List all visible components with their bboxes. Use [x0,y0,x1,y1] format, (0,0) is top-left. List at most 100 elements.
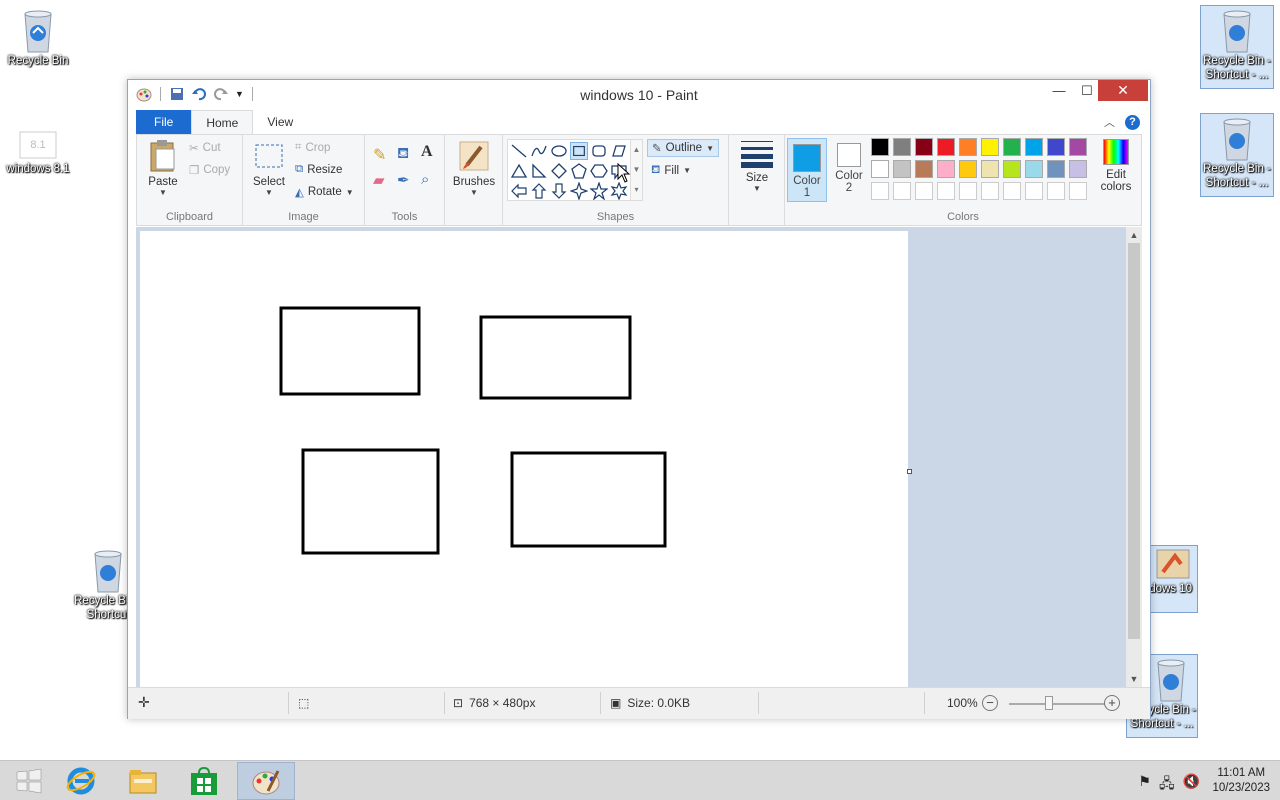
title-bar[interactable]: ▼ windows 10 - Paint — ☐ ✕ [128,80,1150,109]
internet-explorer-button[interactable] [52,762,110,800]
palette-color-swatch[interactable] [915,138,933,156]
zoom-in-button[interactable]: + [1104,695,1120,711]
palette-custom-slot[interactable] [1003,182,1021,200]
line-shape-icon[interactable] [510,142,528,160]
size-button[interactable]: Size ▼ [733,139,781,193]
fill-button[interactable]: ⛾ Fill ▼ [651,163,691,178]
six-point-star-shape-icon[interactable] [610,182,628,200]
hexagon-shape-icon[interactable] [590,162,608,180]
magnifier-icon[interactable]: ⌕ [421,171,429,188]
palette-color-swatch[interactable] [937,160,955,178]
resize-button[interactable]: ⧉ Resize [295,163,342,176]
left-arrow-shape-icon[interactable] [510,182,528,200]
palette-custom-slot[interactable] [915,182,933,200]
taskbar-clock[interactable]: 11:01 AM 10/23/2023 [1212,766,1270,796]
tab-view[interactable]: View [253,110,307,134]
up-arrow-shape-icon[interactable] [530,182,548,200]
palette-color-swatch[interactable] [1025,160,1043,178]
curve-shape-icon[interactable] [530,142,548,160]
rounded-rectangle-shape-icon[interactable] [590,142,608,160]
desktop-icon-windows81[interactable]: 8.1 windows 8.1 [0,128,76,176]
palette-custom-slot[interactable] [1025,182,1043,200]
palette-color-swatch[interactable] [981,160,999,178]
palette-color-swatch[interactable] [937,138,955,156]
right-triangle-shape-icon[interactable] [530,162,548,180]
desktop-icon-recycle-bin[interactable]: Recycle Bin [0,6,76,68]
tab-file[interactable]: File [136,110,192,134]
close-button[interactable]: ✕ [1098,80,1148,101]
zoom-slider-thumb[interactable] [1045,696,1053,710]
diamond-shape-icon[interactable] [550,162,568,180]
palette-color-swatch[interactable] [893,138,911,156]
rotate-button[interactable]: ◭ Rotate ▼ [295,185,354,199]
color1-button[interactable]: Color 1 [787,138,827,202]
palette-custom-slot[interactable] [1069,182,1087,200]
text-icon[interactable]: A [421,143,433,161]
palette-color-swatch[interactable] [959,160,977,178]
network-icon[interactable]: 🖧 [1159,773,1175,797]
color-picker-icon[interactable]: ✒ [397,171,410,189]
five-point-star-shape-icon[interactable] [590,182,608,200]
shapes-scroll[interactable]: ▲ ▼ ▾ [630,140,642,200]
drawing-canvas[interactable] [140,231,908,687]
brushes-button[interactable]: Brushes ▼ [449,139,499,197]
triangle-shape-icon[interactable] [510,162,528,180]
outline-button[interactable]: ✎ Outline ▼ [647,139,719,157]
desktop-icon-recycle-bin-shortcut-1[interactable]: Recycle Bin - Shortcut - ... [1200,5,1274,89]
pencil-icon[interactable]: ✎ [373,145,386,165]
oval-shape-icon[interactable] [550,142,568,160]
palette-color-swatch[interactable] [1069,160,1087,178]
tab-home[interactable]: Home [191,110,254,134]
palette-color-swatch[interactable] [1003,160,1021,178]
volume-muted-icon[interactable]: 🔇 [1183,773,1200,797]
palette-color-swatch[interactable] [981,138,999,156]
copy-button[interactable]: ❐ Copy [189,163,230,177]
select-button[interactable]: Select ▼ [249,139,289,197]
palette-color-swatch[interactable] [1025,138,1043,156]
zoom-out-button[interactable]: − [982,695,998,711]
scroll-down-icon[interactable]: ▼ [1126,671,1142,687]
help-icon[interactable]: ? [1125,114,1140,130]
fill-bucket-icon[interactable]: ⛾ [397,145,409,164]
polygon-shape-icon[interactable] [610,142,628,160]
palette-color-swatch[interactable] [1047,138,1065,156]
palette-custom-slot[interactable] [959,182,977,200]
paint-taskbar-button[interactable] [237,762,295,800]
palette-custom-slot[interactable] [871,182,889,200]
palette-color-swatch[interactable] [871,138,889,156]
palette-color-swatch[interactable] [1003,138,1021,156]
scroll-down-icon[interactable]: ▼ [631,160,642,180]
file-explorer-button[interactable] [114,762,172,800]
cut-button[interactable]: ✂ Cut [189,141,221,155]
palette-color-swatch[interactable] [871,160,889,178]
rectangle-shape-icon[interactable] [570,142,588,160]
four-point-star-shape-icon[interactable] [570,182,588,200]
color2-button[interactable]: Color 2 [829,138,869,202]
desktop-icon-recycle-bin-shortcut-2[interactable]: Recycle Bin - Shortcut - ... [1200,113,1274,197]
pentagon-shape-icon[interactable] [570,162,588,180]
scroll-thumb[interactable] [1128,243,1140,639]
paste-button[interactable]: Paste ▼ [143,139,183,197]
palette-color-swatch[interactable] [915,160,933,178]
palette-custom-slot[interactable] [893,182,911,200]
action-center-flag-icon[interactable]: ⚑ [1138,773,1151,797]
canvas-resize-handle[interactable] [907,469,912,474]
palette-color-swatch[interactable] [1069,138,1087,156]
store-button[interactable] [175,762,233,800]
scroll-up-icon[interactable]: ▲ [1126,227,1142,243]
start-button[interactable] [0,762,58,800]
palette-color-swatch[interactable] [959,138,977,156]
palette-color-swatch[interactable] [893,160,911,178]
palette-custom-slot[interactable] [1047,182,1065,200]
expand-gallery-icon[interactable]: ▾ [631,180,642,200]
collapse-ribbon-icon[interactable]: ︿ [1104,114,1115,130]
down-arrow-shape-icon[interactable] [550,182,568,200]
palette-color-swatch[interactable] [1047,160,1065,178]
scroll-up-icon[interactable]: ▲ [631,140,642,160]
edit-colors-button[interactable]: Edit colors [1095,139,1137,193]
vertical-scrollbar[interactable]: ▲ ▼ [1126,227,1142,687]
palette-custom-slot[interactable] [981,182,999,200]
eraser-icon[interactable]: ▰ [373,171,385,189]
palette-custom-slot[interactable] [937,182,955,200]
zoom-slider[interactable] [1009,703,1105,705]
